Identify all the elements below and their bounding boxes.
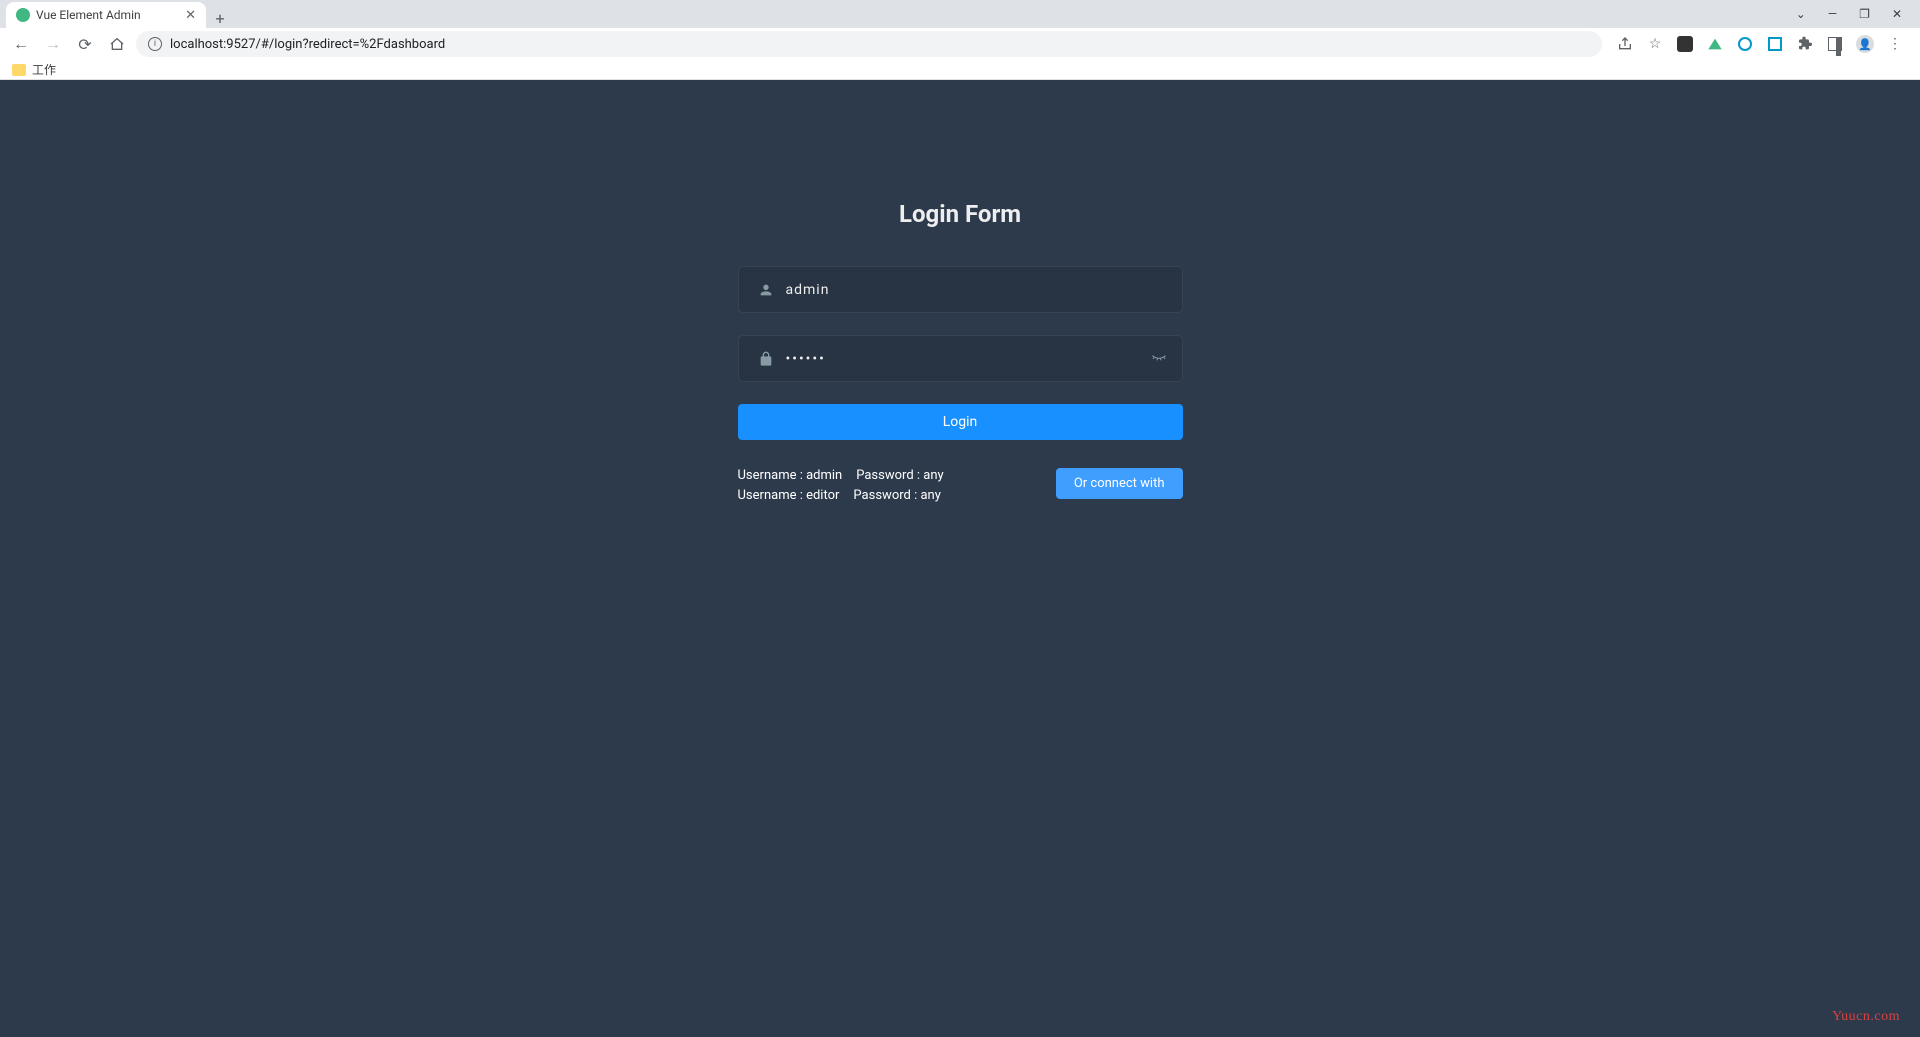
username-group [738, 266, 1183, 313]
window-controls: ⌄ — ❐ ✕ [1796, 0, 1920, 28]
new-tab-button[interactable]: + [206, 9, 234, 28]
extension-icon-2[interactable] [1736, 35, 1754, 53]
tip-username-2: Username : editor [738, 488, 840, 503]
kebab-menu-icon[interactable]: ⋮ [1886, 35, 1904, 53]
back-button[interactable]: ← [8, 31, 34, 57]
profile-icon[interactable]: 👤 [1856, 35, 1874, 53]
bookmarks-bar: 工作 [0, 60, 1920, 80]
extension-icon-1[interactable] [1676, 35, 1694, 53]
forward-button[interactable]: → [40, 31, 66, 57]
tips-row: Username : admin Password : any Username… [738, 468, 1183, 503]
maximize-icon[interactable]: ❐ [1859, 7, 1870, 21]
site-info-icon[interactable]: i [148, 37, 162, 51]
tab-bar: Vue Element Admin ✕ + ⌄ — ❐ ✕ [0, 0, 1920, 28]
extensions-menu-icon[interactable] [1796, 35, 1814, 53]
login-form: Login Form Login Username : admin Passwo… [738, 200, 1183, 1037]
reload-button[interactable]: ⟳ [72, 31, 98, 57]
extension-icons: ☆ 👤 ⋮ [1608, 35, 1912, 53]
tab-title: Vue Element Admin [36, 8, 179, 22]
watermark: Yuucn.com [1832, 1009, 1900, 1025]
vue-favicon [16, 8, 30, 22]
bookmark-label[interactable]: 工作 [32, 61, 56, 78]
minimize-icon[interactable]: — [1828, 7, 1837, 21]
browser-tab[interactable]: Vue Element Admin ✕ [6, 2, 206, 28]
url-text: localhost:9527/#/login?redirect=%2Fdashb… [170, 37, 445, 52]
password-group [738, 335, 1183, 382]
login-title: Login Form [738, 200, 1183, 228]
tips-line-2: Username : editor Password : any [738, 488, 944, 503]
tip-password-1: Password : any [856, 468, 943, 483]
extension-icon-3[interactable] [1766, 35, 1784, 53]
home-button[interactable] [104, 31, 130, 57]
tip-username-1: Username : admin [738, 468, 843, 483]
login-button[interactable]: Login [738, 404, 1183, 440]
username-input[interactable] [778, 282, 1167, 298]
sidepanel-icon[interactable] [1826, 35, 1844, 53]
address-bar[interactable]: i localhost:9527/#/login?redirect=%2Fdas… [136, 31, 1602, 57]
address-row: ← → ⟳ i localhost:9527/#/login?redirect=… [0, 28, 1920, 60]
bookmark-star-icon[interactable]: ☆ [1646, 35, 1664, 53]
eye-closed-icon[interactable] [1151, 349, 1167, 369]
close-window-icon[interactable]: ✕ [1892, 7, 1902, 21]
tips-line-1: Username : admin Password : any [738, 468, 944, 483]
tip-password-2: Password : any [853, 488, 940, 503]
browser-chrome: Vue Element Admin ✕ + ⌄ — ❐ ✕ ← → ⟳ i lo… [0, 0, 1920, 80]
connect-with-button[interactable]: Or connect with [1056, 468, 1183, 499]
share-icon[interactable] [1616, 35, 1634, 53]
login-page: Login Form Login Username : admin Passwo… [0, 80, 1920, 1037]
password-input[interactable] [778, 351, 1151, 367]
user-icon [754, 282, 778, 298]
chevron-down-icon[interactable]: ⌄ [1796, 7, 1806, 21]
vue-devtools-icon[interactable] [1706, 35, 1724, 53]
bookmark-folder-icon[interactable] [12, 64, 26, 76]
credential-tips: Username : admin Password : any Username… [738, 468, 944, 503]
lock-icon [754, 351, 778, 367]
close-tab-icon[interactable]: ✕ [185, 8, 196, 23]
